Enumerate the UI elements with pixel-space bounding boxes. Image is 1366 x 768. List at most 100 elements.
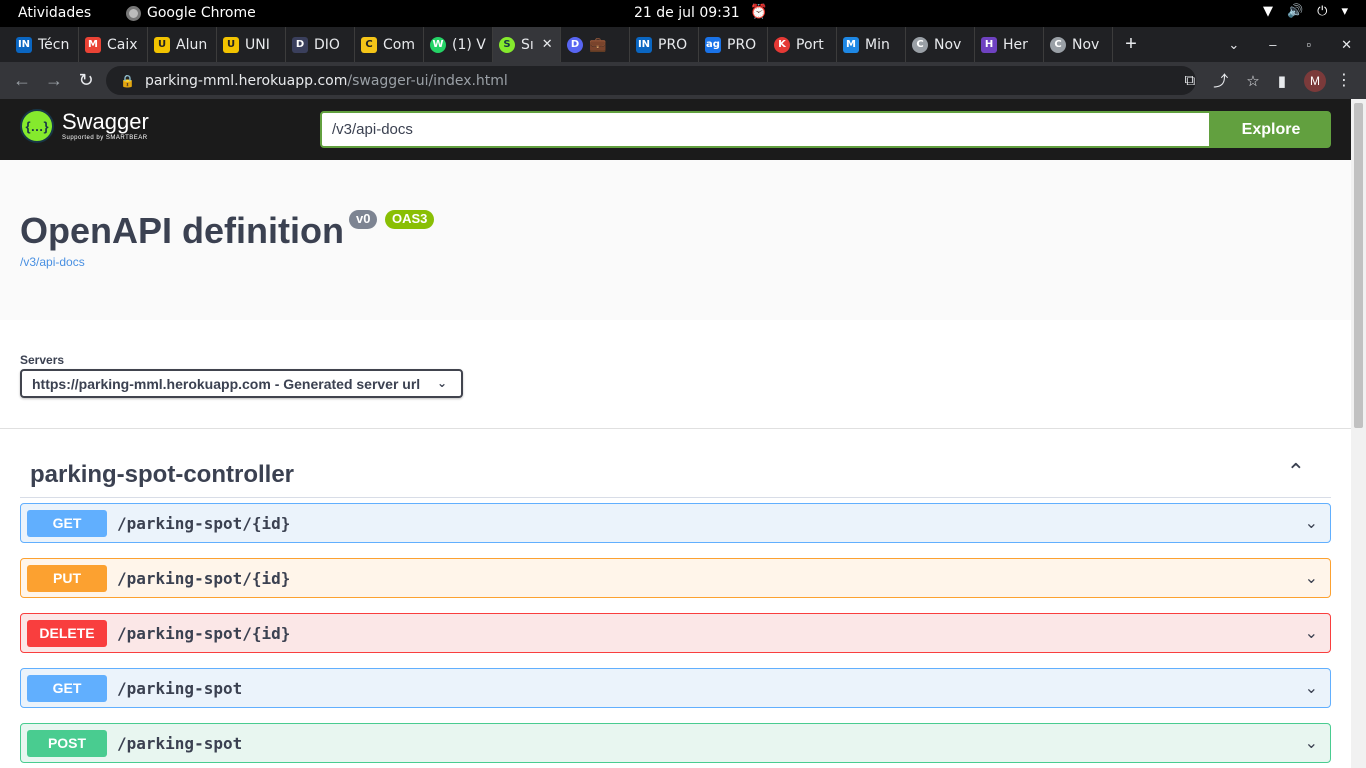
tag-title: parking-spot-controller <box>30 461 295 488</box>
tag-header[interactable]: parking-spot-controller ⌃ <box>20 439 1331 498</box>
tab-label: UNI <box>245 36 270 53</box>
operation-row[interactable]: GET /parking-spot/{id} ⌄ <box>20 503 1331 543</box>
agl-icon: ag <box>705 36 721 53</box>
tab-label: Her <box>1003 36 1028 53</box>
forward-icon[interactable]: → <box>38 70 70 91</box>
bookmark-star-icon[interactable]: ☆ <box>1246 72 1259 90</box>
tab-label: Min <box>865 36 890 53</box>
method-badge: POST <box>27 729 107 757</box>
chrome-icon: C <box>912 36 928 53</box>
chevron-down-icon: ⌄ <box>436 376 447 390</box>
browser-tab[interactable]: D 💼 <box>561 27 630 62</box>
maximize-icon[interactable]: ▫ <box>1306 37 1311 52</box>
url-path: /swagger-ui/index.html <box>347 72 508 89</box>
whatsapp-icon: W <box>430 36 446 53</box>
minimize-icon[interactable]: – <box>1269 37 1276 52</box>
tab-label: Nov <box>934 36 962 53</box>
tab-label: DIO <box>314 36 340 53</box>
browser-tab[interactable]: W (1) V <box>424 27 493 62</box>
operation-path: /parking-spot/{id} <box>117 568 291 588</box>
tab-label: PRO <box>727 36 757 53</box>
wave-icon: M <box>843 36 859 53</box>
chevron-down-icon[interactable]: ⌄ <box>1305 733 1318 753</box>
method-badge: GET <box>27 674 107 702</box>
oas-badge: OAS3 <box>385 210 435 229</box>
browser-tab[interactable]: H Her <box>975 27 1044 62</box>
university-icon: U <box>154 36 170 53</box>
browser-tab[interactable]: M Caix <box>79 27 148 62</box>
back-icon[interactable]: ← <box>6 70 38 91</box>
spec-url-input[interactable] <box>320 111 1211 148</box>
chevron-up-icon[interactable]: ⌃ <box>1287 459 1305 485</box>
server-select[interactable]: https://parking-mml.herokuapp.com - Gene… <box>20 369 463 398</box>
alarm-icon: ⏰ <box>750 4 768 20</box>
tab-label: (1) V <box>452 36 486 53</box>
scrollbar-thumb[interactable] <box>1354 103 1363 428</box>
page-content: {…} Swagger Supported by SMARTBEAR Explo… <box>0 99 1351 768</box>
linkedin-icon: IN <box>16 36 32 53</box>
close-window-icon[interactable]: ✕ <box>1341 37 1352 53</box>
browser-tab[interactable]: IN Técn <box>10 27 79 62</box>
profile-avatar[interactable]: M <box>1304 69 1326 92</box>
method-badge: GET <box>27 509 107 537</box>
system-tray[interactable]: ▼ 🔊 ⏻ ▾ <box>1263 4 1348 19</box>
new-tab-button[interactable]: + <box>1113 33 1149 56</box>
browser-tab[interactable]: IN PRO <box>630 27 699 62</box>
browser-tab[interactable]: K Port <box>768 27 837 62</box>
tab-label: Port <box>796 36 824 53</box>
server-value: https://parking-mml.herokuapp.com - Gene… <box>32 375 421 392</box>
servers-section: Servers https://parking-mml.herokuapp.co… <box>0 320 1351 429</box>
discord-icon: D <box>567 36 583 53</box>
address-bar[interactable]: 🔒 parking-mml.herokuapp.com/swagger-ui/i… <box>106 66 1196 95</box>
browser-tab[interactable]: U Alun <box>148 27 217 62</box>
spec-url-link[interactable]: /v3/api-docs <box>20 255 85 269</box>
tab-search-icon[interactable]: ⌄ <box>1228 37 1239 53</box>
more-menu-icon[interactable]: ⋮ <box>1336 70 1352 90</box>
url-host: parking-mml.herokuapp.com <box>144 72 348 89</box>
browser-tab[interactable]: C Nov <box>1044 27 1113 62</box>
browser-tab[interactable]: C Com <box>355 27 424 62</box>
browser-tab-active[interactable]: S Sı ✕ <box>493 27 561 62</box>
browser-tab[interactable]: C Nov <box>906 27 975 62</box>
browser-tab[interactable]: D DIO <box>286 27 355 62</box>
chevron-down-icon[interactable]: ⌄ <box>1305 678 1318 698</box>
swagger-topbar: {…} Swagger Supported by SMARTBEAR Explo… <box>0 99 1351 160</box>
tag-section: parking-spot-controller ⌃ GET /parking-s… <box>20 439 1331 763</box>
operation-row[interactable]: PUT /parking-spot/{id} ⌄ <box>20 558 1331 598</box>
swagger-logo[interactable]: {…} Swagger Supported by SMARTBEAR <box>20 109 149 143</box>
page-scrollbar[interactable] <box>1351 99 1366 768</box>
browser-tab[interactable]: ag PRO <box>699 27 768 62</box>
clock[interactable]: 21 de jul 09:31 <box>634 5 740 21</box>
activities-button[interactable]: Atividades <box>18 5 91 21</box>
tab-label: PRO <box>658 36 688 53</box>
explore-button[interactable]: Explore <box>1211 111 1331 148</box>
side-panel-icon[interactable]: ▮ <box>1278 72 1286 90</box>
chevron-down-icon[interactable]: ⌄ <box>1305 623 1318 643</box>
operation-path: /parking-spot/{id} <box>117 623 291 643</box>
operation-path: /parking-spot/{id} <box>117 513 291 533</box>
app-menu[interactable]: Google Chrome <box>126 5 256 21</box>
api-info: OpenAPI definition v0 OAS3 /v3/api-docs <box>0 160 1351 320</box>
operation-row[interactable]: POST /parking-spot ⌄ <box>20 723 1331 763</box>
method-badge: DELETE <box>27 619 107 647</box>
share-icon[interactable]: ⤴ <box>1213 70 1228 91</box>
spec-url-form: Explore <box>320 111 1331 148</box>
chevron-down-icon[interactable]: ⌄ <box>1305 513 1318 533</box>
volume-icon: 🔊 <box>1286 4 1304 19</box>
browser-tab[interactable]: M Min <box>837 27 906 62</box>
operation-row[interactable]: DELETE /parking-spot/{id} ⌄ <box>20 613 1331 653</box>
browser-tab[interactable]: U UNI <box>217 27 286 62</box>
swagger-brand: Swagger <box>62 109 149 134</box>
tab-label: Alun <box>176 36 208 53</box>
tab-label: Caix <box>107 36 138 53</box>
lock-icon[interactable]: 🔒 <box>120 74 135 88</box>
reload-icon[interactable]: ↻ <box>70 70 102 91</box>
tab-strip: IN Técn M Caix U Alun U UNI D DIO C Com W (1) V… <box>0 27 1366 62</box>
translate-icon[interactable]: ⧉ <box>1185 72 1196 89</box>
toolbar-actions: ⧉ ⤴ ☆ ▮ M <box>1185 62 1326 99</box>
chevron-down-icon[interactable]: ⌄ <box>1305 568 1318 588</box>
gmail-icon: M <box>85 36 101 53</box>
operation-row[interactable]: GET /parking-spot ⌄ <box>20 668 1331 708</box>
close-tab-icon[interactable]: ✕ <box>542 37 553 52</box>
method-badge: PUT <box>27 564 107 592</box>
